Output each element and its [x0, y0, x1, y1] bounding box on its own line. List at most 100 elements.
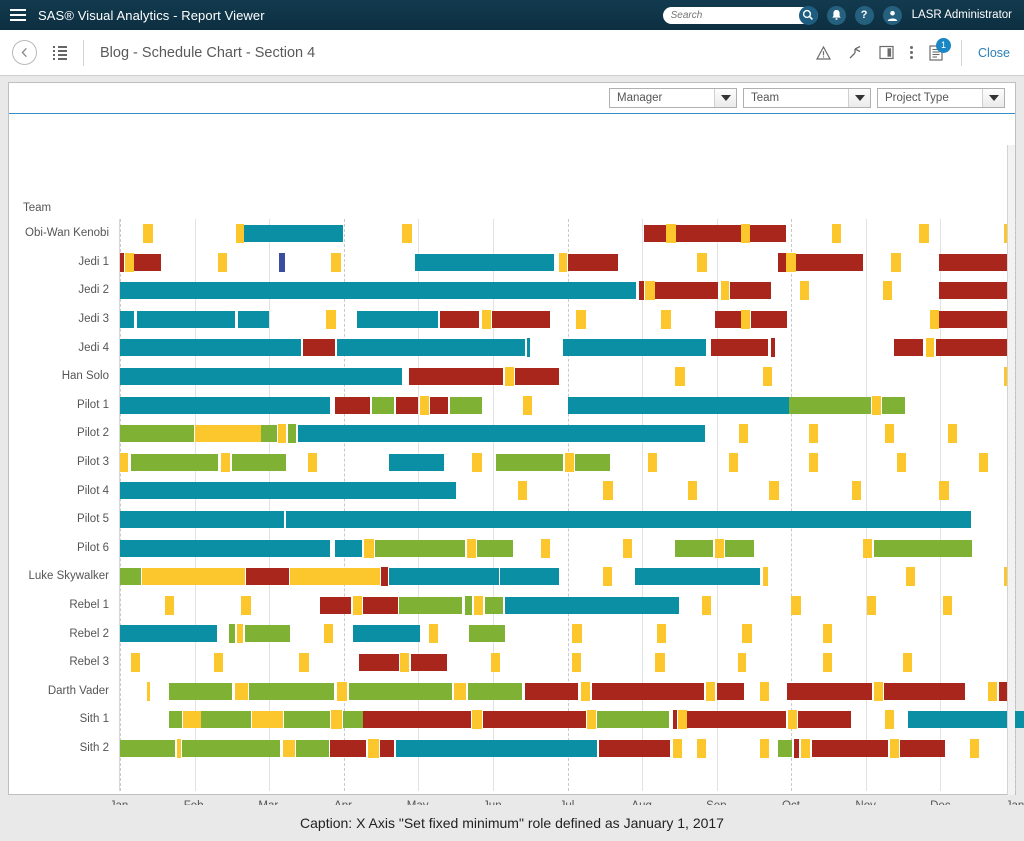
schedule-bar[interactable]: [785, 252, 796, 272]
schedule-bar[interactable]: [777, 252, 786, 272]
schedule-bar[interactable]: [130, 653, 140, 672]
schedule-bar[interactable]: [492, 310, 551, 328]
schedule-bar[interactable]: [894, 339, 923, 357]
schedule-bar[interactable]: [885, 710, 895, 730]
schedule-bar[interactable]: [701, 595, 711, 615]
schedule-bar[interactable]: [786, 682, 872, 700]
schedule-bar[interactable]: [504, 596, 680, 614]
search-icon[interactable]: [798, 5, 818, 25]
schedule-bar[interactable]: [363, 711, 471, 729]
schedule-bar[interactable]: [900, 739, 946, 757]
schedule-bar[interactable]: [896, 452, 906, 472]
schedule-bar[interactable]: [324, 624, 333, 644]
schedule-bar[interactable]: [822, 653, 832, 672]
schedule-bar[interactable]: [725, 539, 754, 557]
schedule-bar[interactable]: [687, 711, 786, 729]
schedule-bar[interactable]: [801, 738, 811, 758]
schedule-bar[interactable]: [800, 281, 810, 301]
schedule-bar[interactable]: [789, 396, 871, 414]
schedule-bar[interactable]: [936, 339, 1015, 357]
schedule-bar[interactable]: [970, 738, 980, 758]
schedule-bar[interactable]: [563, 339, 707, 357]
schedule-bar[interactable]: [379, 739, 394, 757]
schedule-bar[interactable]: [741, 309, 751, 329]
help-icon[interactable]: ?: [854, 5, 874, 25]
plot-area[interactable]: [119, 219, 1024, 791]
schedule-bar[interactable]: [504, 367, 514, 386]
team-dropdown[interactable]: Team: [743, 88, 871, 108]
schedule-bar[interactable]: [330, 739, 367, 757]
schedule-bar[interactable]: [822, 624, 832, 644]
search-input[interactable]: [662, 8, 791, 22]
schedule-bar[interactable]: [367, 738, 379, 758]
schedule-bar[interactable]: [477, 539, 513, 557]
schedule-bar[interactable]: [177, 738, 181, 758]
schedule-bar[interactable]: [352, 595, 362, 615]
schedule-bar[interactable]: [518, 481, 528, 501]
schedule-bar[interactable]: [362, 596, 399, 614]
schedule-bar[interactable]: [482, 309, 492, 329]
schedule-bar[interactable]: [375, 539, 465, 557]
schedule-bar[interactable]: [797, 711, 852, 729]
schedule-bar[interactable]: [389, 568, 499, 586]
schedule-bar[interactable]: [283, 711, 331, 729]
schedule-bar[interactable]: [576, 309, 587, 329]
schedule-bar[interactable]: [673, 738, 683, 758]
schedule-bar[interactable]: [643, 225, 666, 242]
schedule-bar[interactable]: [603, 481, 614, 501]
schedule-bar[interactable]: [395, 396, 419, 414]
schedule-bar[interactable]: [464, 595, 472, 615]
schedule-bar[interactable]: [169, 682, 232, 700]
schedule-bar[interactable]: [218, 252, 228, 272]
schedule-bar[interactable]: [245, 625, 291, 643]
schedule-bar[interactable]: [739, 424, 749, 444]
schedule-bar[interactable]: [146, 681, 151, 701]
schedule-bar[interactable]: [349, 682, 453, 700]
schedule-bar[interactable]: [791, 595, 802, 615]
schedule-bar[interactable]: [655, 653, 666, 672]
schedule-bar[interactable]: [395, 739, 598, 757]
schedule-bar[interactable]: [919, 224, 930, 243]
schedule-bar[interactable]: [677, 710, 687, 730]
schedule-bar[interactable]: [450, 396, 482, 414]
schedule-bar[interactable]: [169, 711, 182, 729]
schedule-bar[interactable]: [716, 682, 744, 700]
schedule-bar[interactable]: [889, 738, 899, 758]
manager-dropdown[interactable]: Manager: [609, 88, 737, 108]
schedule-bar[interactable]: [591, 682, 704, 700]
schedule-bar[interactable]: [231, 453, 287, 471]
schedule-bar[interactable]: [471, 452, 482, 472]
pin-filter-icon[interactable]: [847, 45, 863, 60]
schedule-bar[interactable]: [229, 624, 236, 644]
back-button[interactable]: [12, 40, 37, 65]
schedule-bar[interactable]: [282, 739, 296, 757]
kebab-menu-icon[interactable]: [910, 46, 914, 59]
schedule-bar[interactable]: [400, 653, 410, 672]
schedule-bar[interactable]: [574, 453, 611, 471]
schedule-bar[interactable]: [357, 310, 438, 328]
schedule-bar[interactable]: [675, 225, 742, 242]
schedule-bar[interactable]: [881, 396, 905, 414]
schedule-bar[interactable]: [182, 711, 201, 729]
schedule-bar[interactable]: [568, 253, 618, 271]
schedule-bar[interactable]: [429, 396, 449, 414]
schedule-bar[interactable]: [759, 681, 769, 701]
schedule-bar[interactable]: [120, 310, 135, 328]
schedule-bar[interactable]: [697, 252, 708, 272]
schedule-bar[interactable]: [674, 539, 714, 557]
schedule-bar[interactable]: [762, 367, 773, 386]
schedule-bar[interactable]: [467, 538, 477, 558]
schedule-bar[interactable]: [331, 710, 342, 730]
schedule-bar[interactable]: [221, 452, 231, 472]
schedule-bar[interactable]: [622, 538, 632, 558]
schedule-bar[interactable]: [120, 482, 456, 500]
schedule-bar[interactable]: [706, 681, 716, 701]
schedule-bar[interactable]: [873, 681, 883, 701]
schedule-bar[interactable]: [296, 739, 329, 757]
schedule-bar[interactable]: [334, 396, 370, 414]
schedule-bar[interactable]: [419, 395, 429, 415]
schedule-bar[interactable]: [352, 625, 420, 643]
schedule-bar[interactable]: [120, 368, 402, 385]
chevron-down-icon[interactable]: [848, 89, 870, 107]
schedule-bar[interactable]: [244, 225, 343, 242]
